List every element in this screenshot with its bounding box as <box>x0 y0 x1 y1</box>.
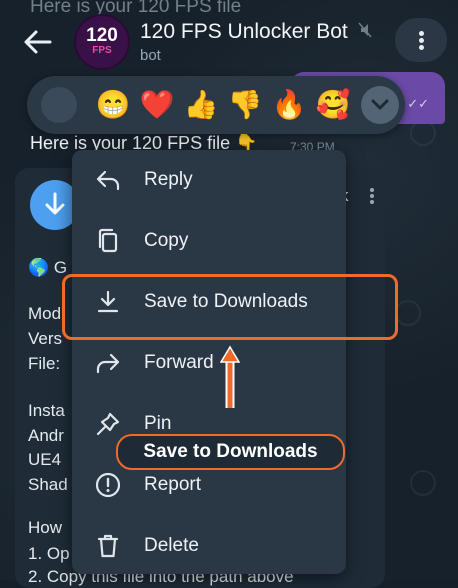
message-line: Shad <box>28 475 68 494</box>
message-line: Mod <box>28 304 62 323</box>
menu-item-label: Reply <box>144 169 193 190</box>
highlight-frame <box>62 274 398 340</box>
reaction-heart[interactable]: ❤️ <box>135 76 179 134</box>
avatar-subtext: FPS <box>92 45 112 56</box>
more-vertical-icon <box>418 29 424 52</box>
menu-item-forward[interactable]: Forward <box>72 333 346 393</box>
message-line: Vers <box>28 329 63 348</box>
menu-item-label: Report <box>144 474 202 495</box>
read-checks-icon: ✓✓ <box>407 96 429 111</box>
more-options-button[interactable] <box>395 18 447 62</box>
reaction-smiling-hearts[interactable]: 🥰 <box>311 76 355 134</box>
mute-icon <box>358 22 372 38</box>
background-doodle <box>395 300 421 326</box>
menu-item-label: Forward <box>144 352 214 373</box>
copy-icon <box>98 228 118 253</box>
arrow-up-icon <box>220 345 240 408</box>
callout-text: Save to Downloads <box>143 441 318 462</box>
reaction-thumbs-up[interactable]: 👍 <box>179 76 223 134</box>
reaction-placeholder <box>41 87 77 123</box>
avatar-text: 120 <box>86 25 118 46</box>
report-icon <box>95 472 121 498</box>
pin-icon <box>96 412 120 436</box>
message-line: 🌎 G <box>28 258 68 277</box>
forward-icon <box>96 353 120 374</box>
message-line: UE4 <box>28 450 62 469</box>
message-line: Andr <box>28 426 64 445</box>
message-line: 1. Op <box>28 544 70 563</box>
menu-item-copy[interactable]: Copy <box>72 211 346 271</box>
file-menu-icon[interactable] <box>370 186 374 206</box>
reaction-bar: 😁 ❤️ 👍 👎 🔥 🥰 <box>27 76 405 134</box>
download-arrow-icon <box>45 192 65 215</box>
menu-item-label: Pin <box>144 413 172 434</box>
trash-icon <box>97 534 119 558</box>
reaction-fire[interactable]: 🔥 <box>267 76 311 134</box>
message-line: Insta <box>28 401 65 420</box>
context-menu: Reply Copy Save to Downloads Forward Pin… <box>72 150 346 574</box>
message-line: How <box>28 518 63 537</box>
chat-header: 120 FPS 120 FPS Unlocker Bot bot <box>0 0 458 82</box>
menu-item-label: Delete <box>144 535 199 556</box>
arrow-left-icon <box>24 30 52 54</box>
menu-item-label: Copy <box>144 230 189 251</box>
background-doodle <box>410 470 436 496</box>
chat-title[interactable]: 120 FPS Unlocker Bot <box>140 20 352 44</box>
message-line: File: <box>28 354 61 373</box>
expand-reactions-button[interactable] <box>361 86 399 124</box>
avatar[interactable]: 120 FPS <box>76 16 128 68</box>
back-button[interactable] <box>22 28 54 56</box>
reply-icon <box>96 170 120 191</box>
chat-subtitle: bot <box>140 47 161 64</box>
menu-item-delete[interactable]: Delete <box>72 516 346 576</box>
menu-item-reply[interactable]: Reply <box>72 150 346 210</box>
chevron-down-icon <box>371 99 389 110</box>
callout-label: Save to Downloads <box>116 434 345 470</box>
reaction-grin[interactable]: 😁 <box>91 76 135 134</box>
reaction-thumbs-down[interactable]: 👎 <box>223 76 267 134</box>
